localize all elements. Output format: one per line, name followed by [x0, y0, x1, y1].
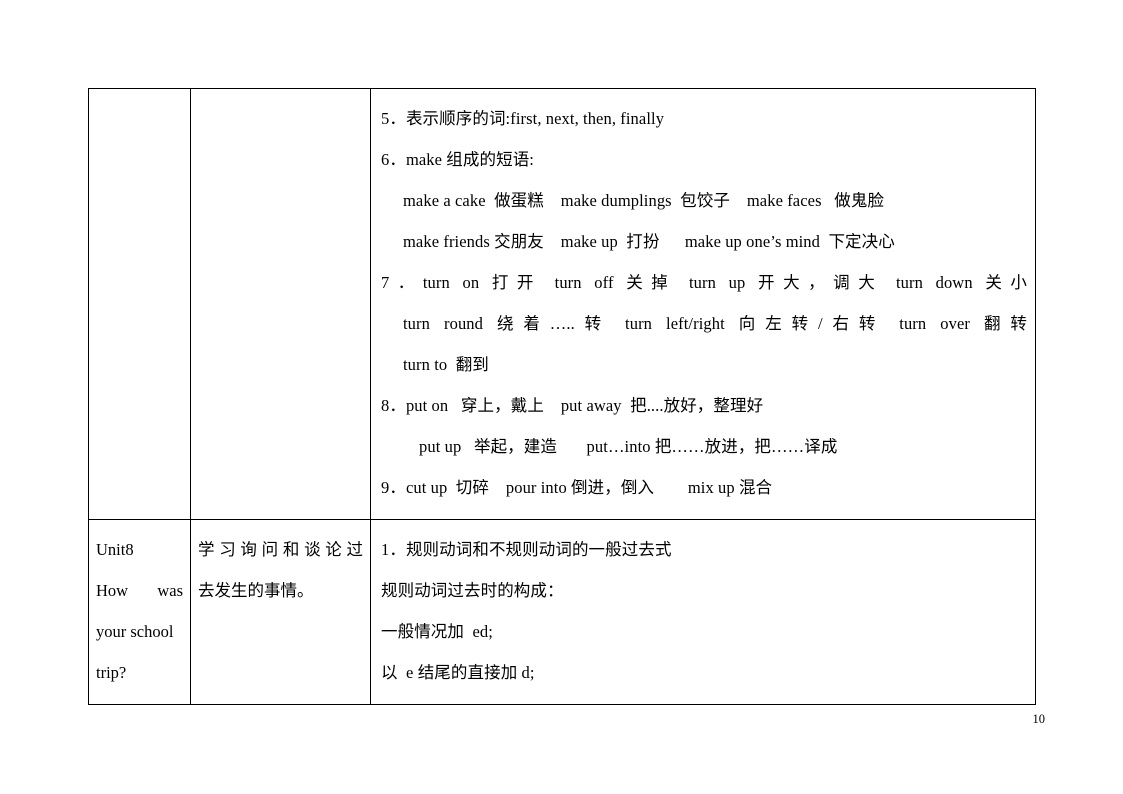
- points-cell-content: 1．规则动词和不规则动词的一般过去式 规则动词过去时的构成： 一般情况加 ed;…: [371, 520, 1035, 704]
- points-line: 一般情况加 ed;: [381, 622, 493, 641]
- document-page: 5．表示顺序的词:first, next, then, finally 6．ma…: [0, 0, 1123, 794]
- table-row: 5．表示顺序的词:first, next, then, finally 6．ma…: [88, 88, 1036, 520]
- points-cell-content: 5．表示顺序的词:first, next, then, finally 6．ma…: [371, 89, 1035, 519]
- points-line: make friends 交朋友 make up 打扮 make up one’…: [403, 232, 895, 251]
- page-number: 10: [1032, 712, 1046, 726]
- unit-cell-content: Unit8 How was your school trip?: [89, 520, 190, 703]
- aim-line: 学习询问和谈论过: [198, 540, 363, 559]
- points-line: 5．表示顺序的词:first, next, then, finally: [381, 109, 665, 128]
- aim-line: 去发生的事情。: [198, 581, 314, 600]
- points-line: 9．cut up 切碎 pour into 倒进，倒入 mix up 混合: [381, 478, 773, 497]
- points-line: 8．put on 穿上，戴上 put away 把....放好，整理好: [381, 396, 764, 415]
- unit-cell-content: [89, 89, 190, 108]
- unit-title-line: your school: [96, 622, 174, 641]
- points-line: put up 举起，建造 put…into 把……放进，把……译成: [419, 437, 838, 456]
- points-line: make a cake 做蛋糕 make dumplings 包饺子 make …: [403, 191, 885, 210]
- points-line: turn round 绕着…..转 turn left/right 向左转/右转…: [403, 314, 1027, 333]
- unit-title-line: How was: [96, 581, 183, 600]
- aim-cell-content: [191, 89, 370, 108]
- aim-cell: 学习询问和谈论过 去发生的事情。: [190, 519, 371, 705]
- table-body: 5．表示顺序的词:first, next, then, finally 6．ma…: [88, 88, 1036, 705]
- points-cell: 5．表示顺序的词:first, next, then, finally 6．ma…: [370, 88, 1036, 520]
- points-line: 1．规则动词和不规则动词的一般过去式: [381, 540, 672, 559]
- points-line: 7．turn on 打开 turn off 关掉 turn up 开大，调大 t…: [381, 273, 1027, 292]
- aim-cell: [190, 88, 371, 520]
- aim-cell-content: 学习询问和谈论过 去发生的事情。: [191, 520, 370, 621]
- points-line: 6．make 组成的短语:: [381, 150, 534, 169]
- unit-title-line: trip?: [96, 663, 127, 682]
- points-line: 以 e 结尾的直接加 d;: [381, 663, 535, 682]
- unit-cell: [88, 88, 191, 520]
- unit-title-line: Unit8: [96, 540, 134, 559]
- unit-cell: Unit8 How was your school trip?: [88, 519, 191, 705]
- points-line: turn to 翻到: [403, 355, 489, 374]
- points-cell: 1．规则动词和不规则动词的一般过去式 规则动词过去时的构成： 一般情况加 ed;…: [370, 519, 1036, 705]
- points-line: 规则动词过去时的构成：: [381, 581, 564, 600]
- table-row: Unit8 How was your school trip? 学习询问和谈论过…: [88, 519, 1036, 705]
- summary-table: 5．表示顺序的词:first, next, then, finally 6．ma…: [88, 88, 1036, 705]
